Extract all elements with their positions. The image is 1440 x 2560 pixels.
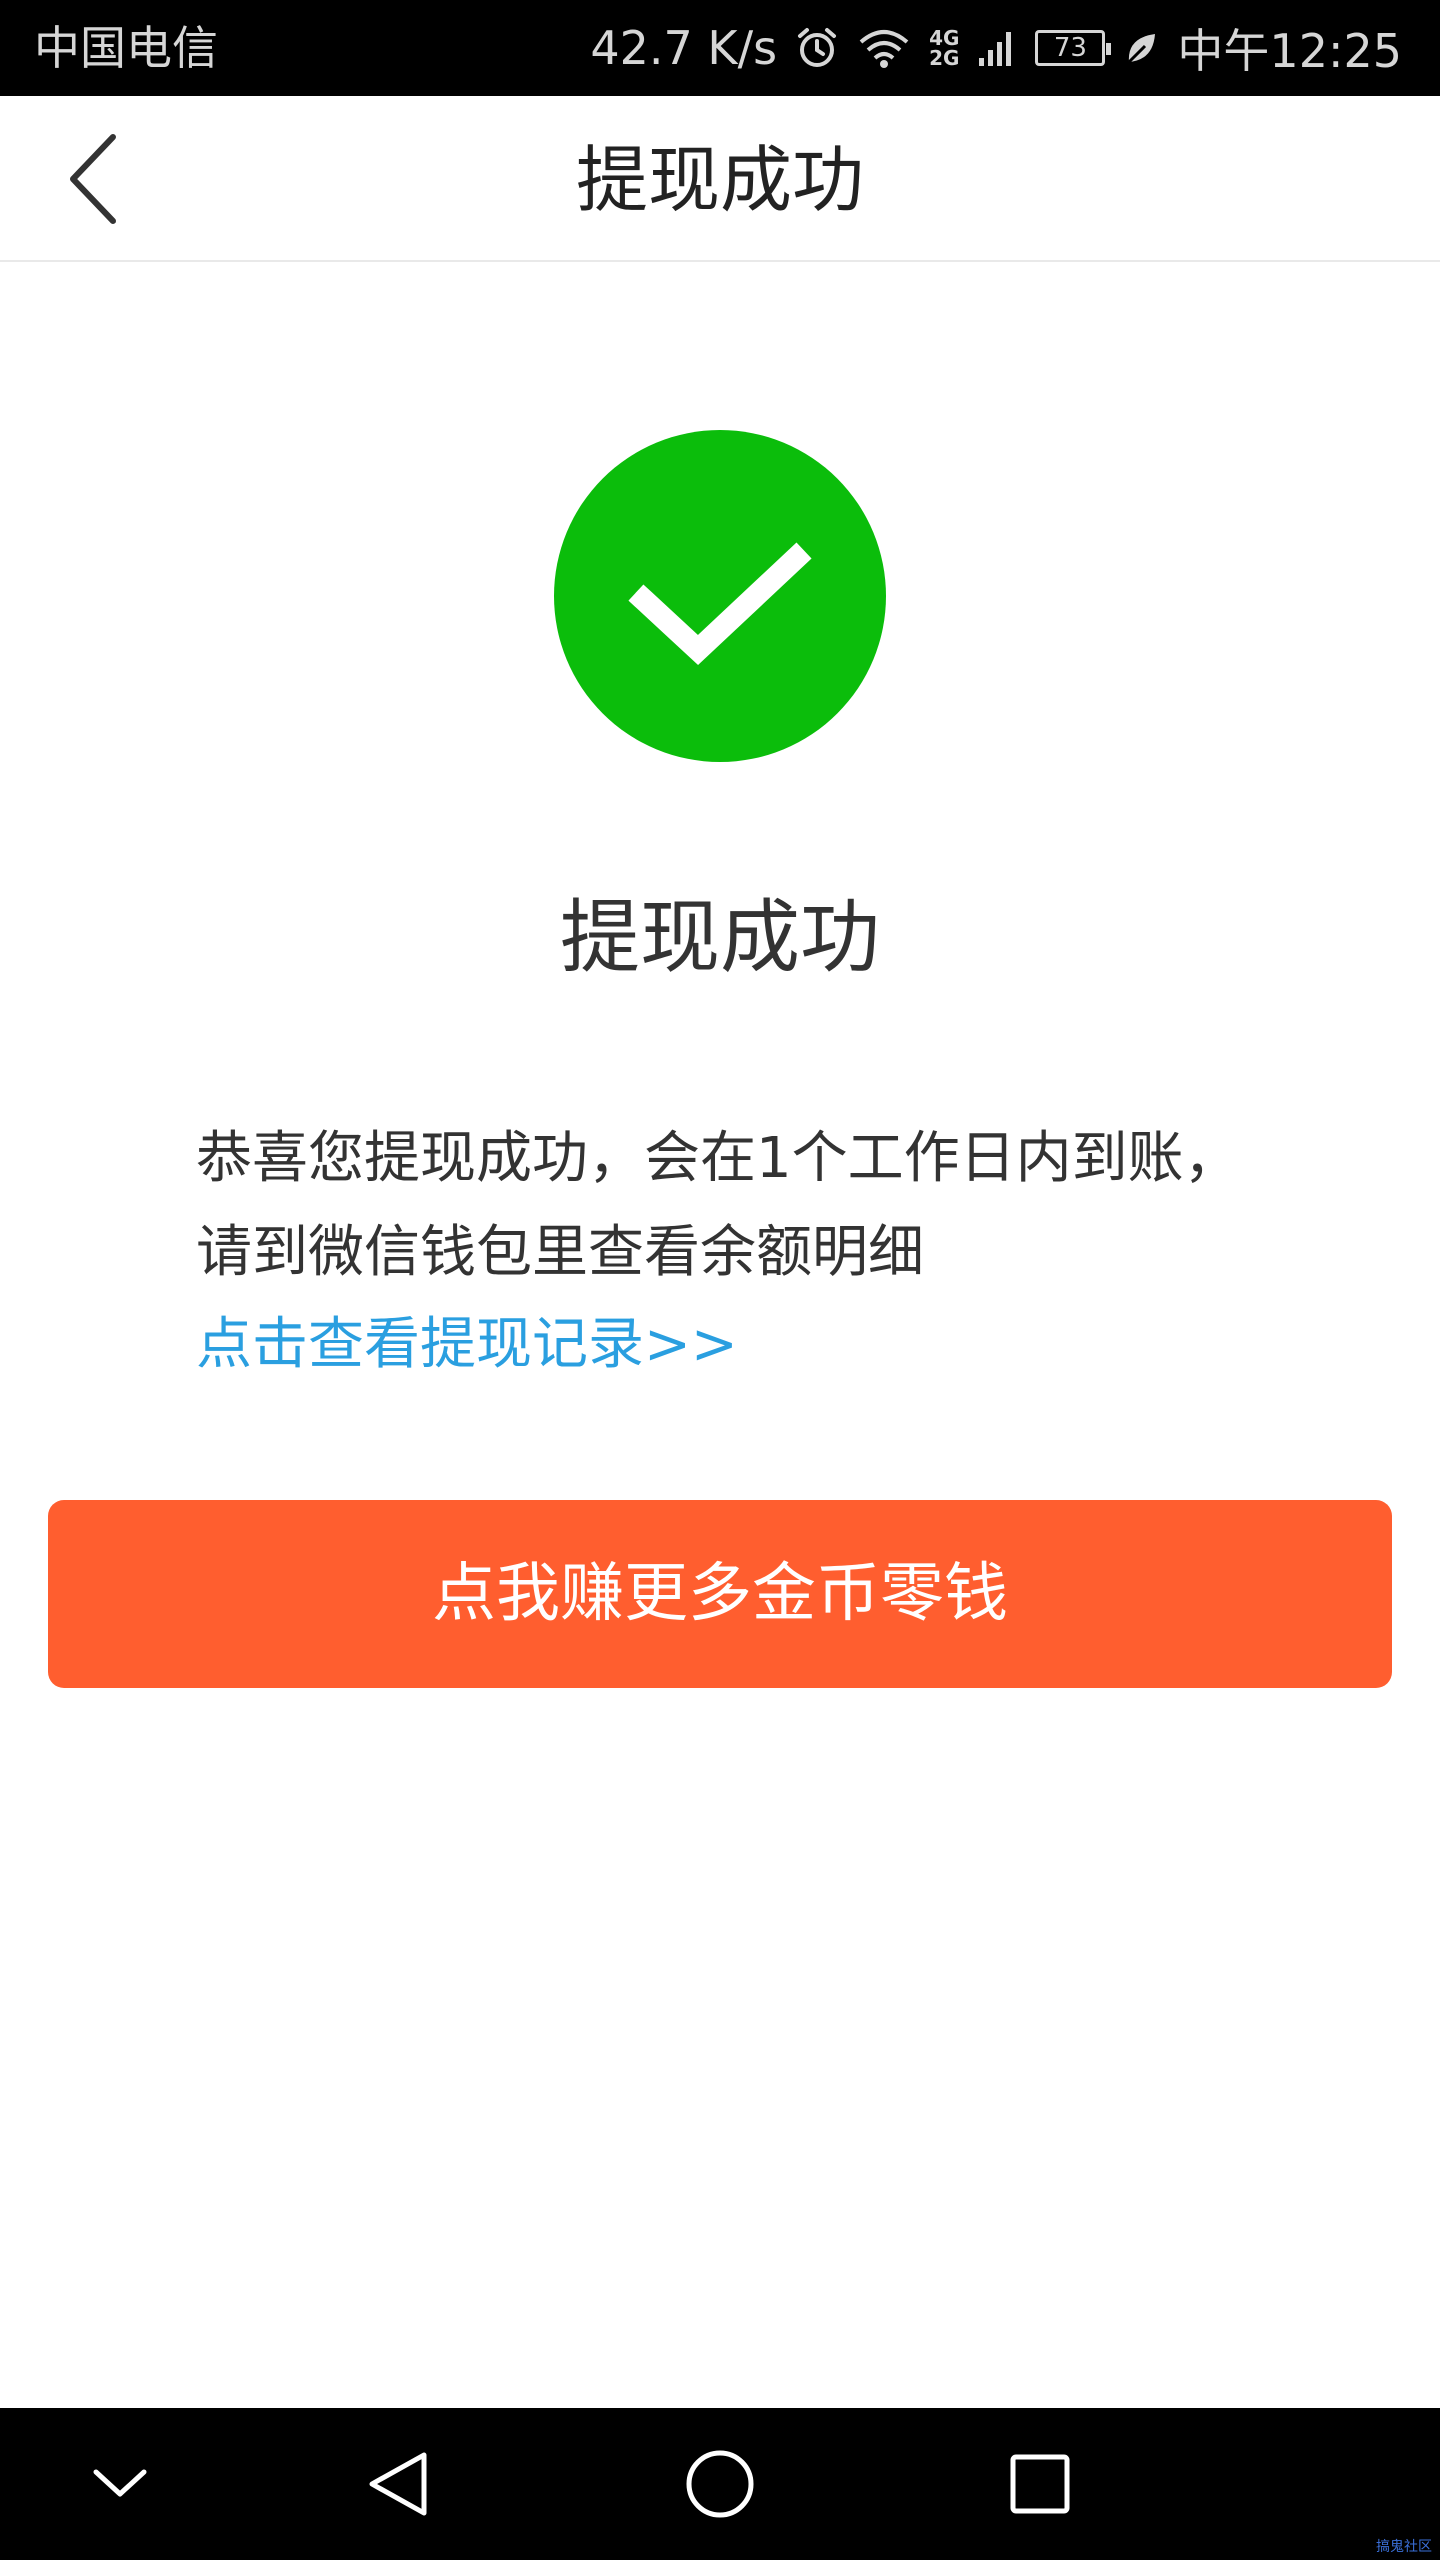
wifi-icon [857,26,911,70]
square-recents-icon [1010,2454,1070,2514]
nav-hide-button[interactable] [80,2444,160,2524]
title-bar: 提现成功 [0,96,1440,262]
status-icons: 42.7 K/s 4G 2G 73 中午12:25 [590,20,1402,78]
nav-home-button[interactable] [680,2444,760,2524]
net-speed: 42.7 K/s [590,21,778,75]
earn-more-button[interactable]: 点我赚更多金币零钱 [48,1500,1392,1688]
alarm-icon [795,26,839,70]
leaf-icon [1123,30,1159,66]
triangle-back-icon [369,2452,427,2516]
system-nav-bar: 搞鬼社区 [0,2408,1440,2560]
network-type: 4G 2G [929,28,959,68]
status-bar: 中国电信 42.7 K/s 4G 2G 73 中午12:25 [0,0,1440,96]
chevron-down-icon [93,2469,147,2497]
watermark: 搞鬼社区 [1376,2539,1432,2555]
success-check-icon [554,430,886,762]
circle-home-icon [686,2450,754,2518]
page-title: 提现成功 [575,138,864,222]
signal-icon [977,28,1017,68]
network-type-bottom: 2G [929,46,960,70]
withdraw-record-link[interactable]: 点击查看提现记录>> [196,1298,738,1392]
success-title: 提现成功 [560,891,880,984]
success-message: 恭喜您提现成功，会在1个工作日内到账， 请到微信钱包里查看余额明细 [196,1126,1240,1285]
nav-recents-button[interactable] [1000,2444,1080,2524]
carrier-label: 中国电信 [34,21,218,75]
battery-indicator: 73 [1035,30,1112,66]
network-type-top: 4G [929,26,960,50]
clock: 中午12:25 [1177,24,1402,78]
nav-back-button[interactable] [358,2444,438,2524]
